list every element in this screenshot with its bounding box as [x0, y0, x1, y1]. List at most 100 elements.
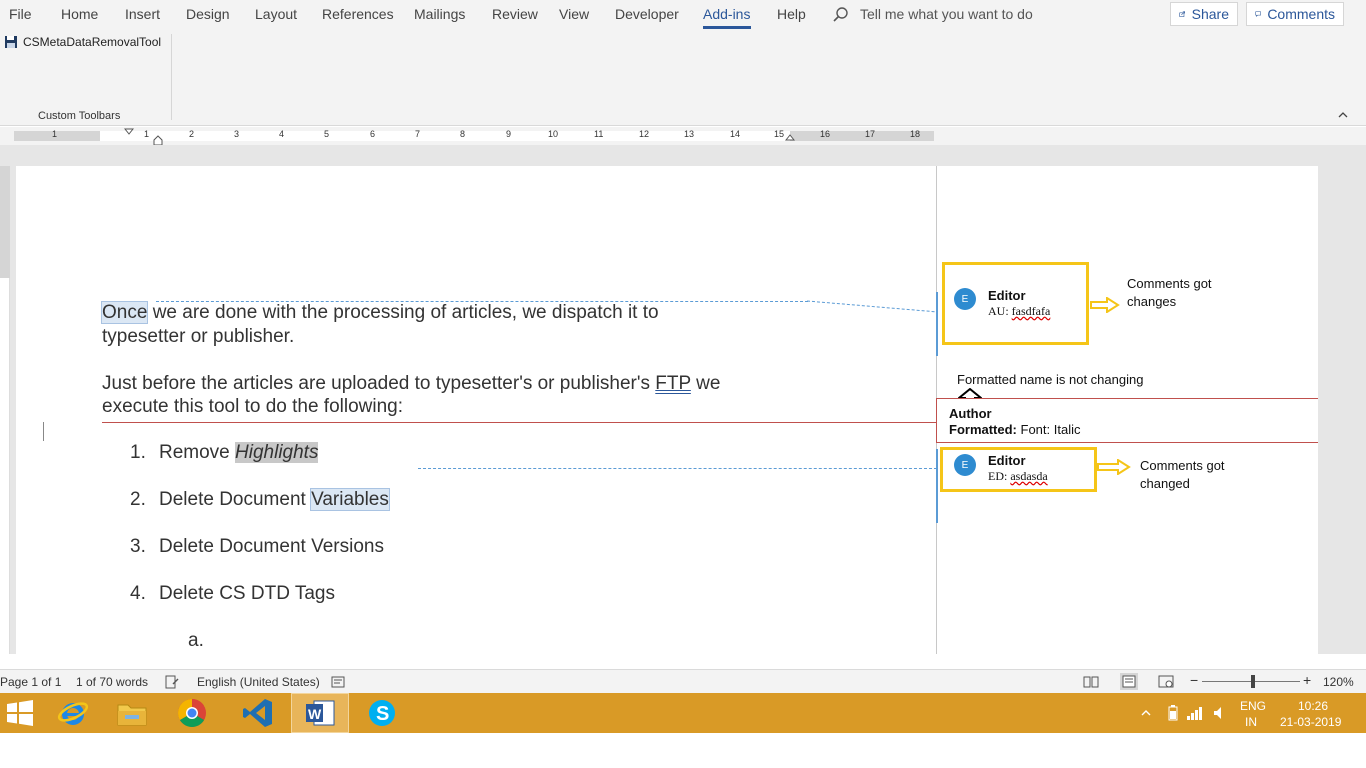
- list-item-3[interactable]: Delete Document Versions: [159, 536, 384, 558]
- paragraph-text: we: [690, 373, 721, 394]
- arrow-right-icon: [1090, 297, 1120, 313]
- print-layout-icon[interactable]: [1120, 673, 1138, 690]
- tab-references[interactable]: References: [322, 6, 394, 22]
- ruler-number: 4: [279, 129, 285, 139]
- ruler-number: 9: [506, 129, 512, 139]
- comment-body: asdasda: [1010, 469, 1048, 483]
- paragraph-1-line-1[interactable]: Once we are done with the processing of …: [100, 301, 659, 324]
- format-change-balloon[interactable]: Author Formatted: Font: Italic: [936, 398, 1318, 443]
- taskbar-internet-explorer[interactable]: [44, 693, 102, 733]
- commented-text-variables[interactable]: Variables: [310, 488, 390, 511]
- language-secondary[interactable]: IN: [1245, 715, 1257, 729]
- ruler-number: 10: [548, 129, 559, 139]
- arrow-right-icon: [1097, 459, 1131, 475]
- tab-mailings[interactable]: Mailings: [414, 6, 465, 22]
- group-separator: [171, 34, 172, 120]
- tab-add-ins[interactable]: Add-ins: [703, 6, 750, 22]
- taskbar-word[interactable]: W: [291, 693, 349, 733]
- read-mode-icon[interactable]: [1083, 674, 1099, 689]
- start-button[interactable]: [0, 693, 40, 733]
- taskbar-file-explorer[interactable]: [103, 693, 161, 733]
- tab-design[interactable]: Design: [186, 6, 230, 22]
- share-button[interactable]: Share: [1170, 2, 1238, 26]
- skype-icon: S: [369, 700, 395, 726]
- list-number: 4.: [130, 583, 146, 604]
- taskbar-vscode[interactable]: [229, 693, 287, 733]
- annotation-note: changes: [1127, 294, 1177, 309]
- clock-time[interactable]: 10:26: [1298, 699, 1328, 713]
- macro-icon[interactable]: [331, 675, 345, 689]
- comment-connector-line: [156, 301, 808, 302]
- zoom-out-button[interactable]: −: [1190, 672, 1198, 688]
- annotation-note: Comments got: [1127, 276, 1212, 291]
- comment-connector-diagonal: [807, 300, 939, 313]
- clock-date[interactable]: 21-03-2019: [1280, 715, 1341, 729]
- tab-file[interactable]: File: [9, 6, 32, 22]
- folder-icon: [117, 704, 147, 726]
- zoom-in-button[interactable]: +: [1303, 672, 1311, 688]
- taskbar-skype[interactable]: S: [353, 693, 411, 733]
- chrome-icon: [178, 699, 206, 727]
- document-area: Once we are done with the processing of …: [0, 145, 1366, 654]
- signal-icon[interactable]: [1186, 705, 1204, 721]
- right-indent-marker[interactable]: [785, 134, 795, 142]
- comment-text[interactable]: AU: fasdfafa: [988, 304, 1050, 319]
- zoom-slider-thumb[interactable]: [1251, 675, 1255, 688]
- floppy-icon: [5, 36, 17, 48]
- ruler-number: 17: [865, 129, 876, 139]
- collapse-ribbon-icon[interactable]: [1337, 110, 1349, 120]
- sublist-item-a[interactable]: a.: [188, 630, 204, 652]
- paragraph-2-line-1[interactable]: Just before the articles are uploaded to…: [102, 372, 720, 395]
- comment-body: fasdfafa: [1011, 304, 1051, 318]
- tab-insert[interactable]: Insert: [125, 6, 160, 22]
- comment-connector-line: [418, 468, 937, 469]
- comment-text[interactable]: ED: asdasda: [988, 469, 1048, 484]
- show-hidden-icons[interactable]: [1141, 709, 1151, 717]
- tab-developer[interactable]: Developer: [615, 6, 679, 22]
- list-item-4[interactable]: Delete CS DTD Tags: [159, 583, 335, 605]
- list-item-1[interactable]: Remove Highlights: [159, 442, 319, 464]
- tab-review[interactable]: Review: [492, 6, 538, 22]
- language-primary[interactable]: ENG: [1240, 699, 1266, 713]
- format-change-label: Formatted:: [949, 422, 1017, 437]
- zoom-level[interactable]: 120%: [1323, 675, 1354, 689]
- tab-layout[interactable]: Layout: [255, 6, 297, 22]
- tab-home[interactable]: Home: [61, 6, 98, 22]
- battery-icon[interactable]: [1167, 705, 1179, 721]
- language-indicator[interactable]: English (United States): [197, 675, 320, 689]
- vertical-ruler[interactable]: [0, 166, 10, 654]
- paragraph-1-line-2[interactable]: typesetter or publisher.: [102, 325, 294, 348]
- page-count[interactable]: Page 1 of 1: [0, 675, 61, 689]
- comments-button[interactable]: Comments: [1246, 2, 1344, 26]
- annotation-note: changed: [1140, 476, 1190, 491]
- svg-text:W: W: [308, 706, 322, 722]
- list-number: 1.: [130, 442, 146, 463]
- tell-me-input[interactable]: Tell me what you want to do: [860, 6, 1033, 22]
- taskbar-chrome[interactable]: [163, 693, 221, 733]
- horizontal-ruler[interactable]: 1 1 2 3 4 5 6 7 8 9 10 11 12 13 14 15 16…: [14, 128, 934, 146]
- document-page[interactable]: Once we are done with the processing of …: [16, 166, 1318, 654]
- volume-icon[interactable]: [1213, 705, 1227, 721]
- proofing-icon[interactable]: [164, 675, 180, 689]
- search-icon[interactable]: [832, 6, 850, 24]
- list-item-2[interactable]: Delete Document Variables: [159, 488, 390, 511]
- comment-icon: [1255, 11, 1261, 17]
- comments-label: Comments: [1267, 6, 1335, 22]
- tab-help[interactable]: Help: [777, 6, 806, 22]
- vertical-ruler-margin: [0, 166, 10, 278]
- ruler-number: 2: [189, 129, 195, 139]
- comment-author: Editor: [988, 453, 1026, 468]
- sublist-item-b[interactable]: b.: [188, 653, 204, 654]
- commented-text-once[interactable]: Once: [100, 301, 149, 324]
- comment-avatar: E: [954, 454, 976, 476]
- group-label: Custom Toolbars: [38, 110, 121, 122]
- highlighted-text: Highlights: [235, 442, 319, 463]
- web-layout-icon[interactable]: [1158, 674, 1174, 689]
- ruler-number: 18: [910, 129, 921, 139]
- first-line-indent-marker[interactable]: [124, 128, 134, 136]
- paragraph-2-line-2[interactable]: execute this tool to do the following:: [102, 395, 403, 418]
- word-count[interactable]: 1 of 70 words: [76, 675, 148, 689]
- annotation-note: Comments got: [1140, 458, 1225, 473]
- tab-view[interactable]: View: [559, 6, 589, 22]
- cs-metadata-removal-button[interactable]: CSMetaDataRemovalTool: [4, 35, 161, 49]
